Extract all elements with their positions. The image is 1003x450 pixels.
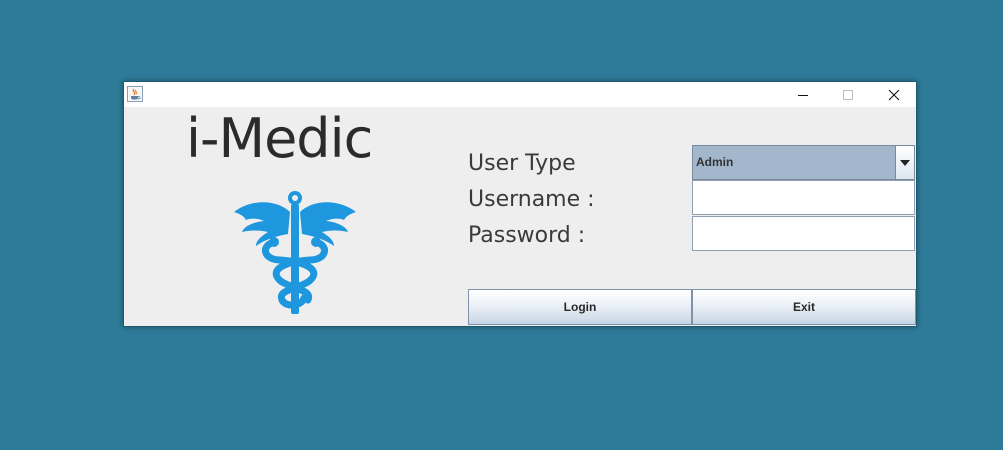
chevron-down-icon: [900, 159, 910, 166]
exit-button[interactable]: Exit: [692, 289, 916, 325]
user-type-label: User Type: [468, 151, 576, 176]
java-cup-icon[interactable]: [127, 86, 143, 102]
close-button[interactable]: [871, 82, 917, 107]
app-logo-title: i-Medic: [186, 107, 373, 170]
password-field[interactable]: [692, 216, 915, 251]
user-type-select[interactable]: Admin: [692, 145, 915, 180]
close-icon: [888, 89, 900, 100]
minimize-button[interactable]: [780, 82, 826, 107]
user-type-selected-value: Admin: [696, 155, 734, 169]
username-label: Username :: [468, 187, 595, 212]
title-bar[interactable]: [124, 82, 916, 107]
caduceus-icon: [234, 191, 356, 314]
password-label: Password :: [468, 223, 586, 248]
minimize-icon: [798, 94, 808, 96]
username-field[interactable]: [692, 180, 915, 215]
login-button[interactable]: Login: [468, 289, 692, 325]
maximize-button[interactable]: [825, 82, 871, 107]
maximize-icon: [843, 89, 853, 100]
login-window: i-Medic User Type Username : Password : …: [123, 81, 917, 327]
dropdown-arrow-button[interactable]: [895, 146, 914, 179]
